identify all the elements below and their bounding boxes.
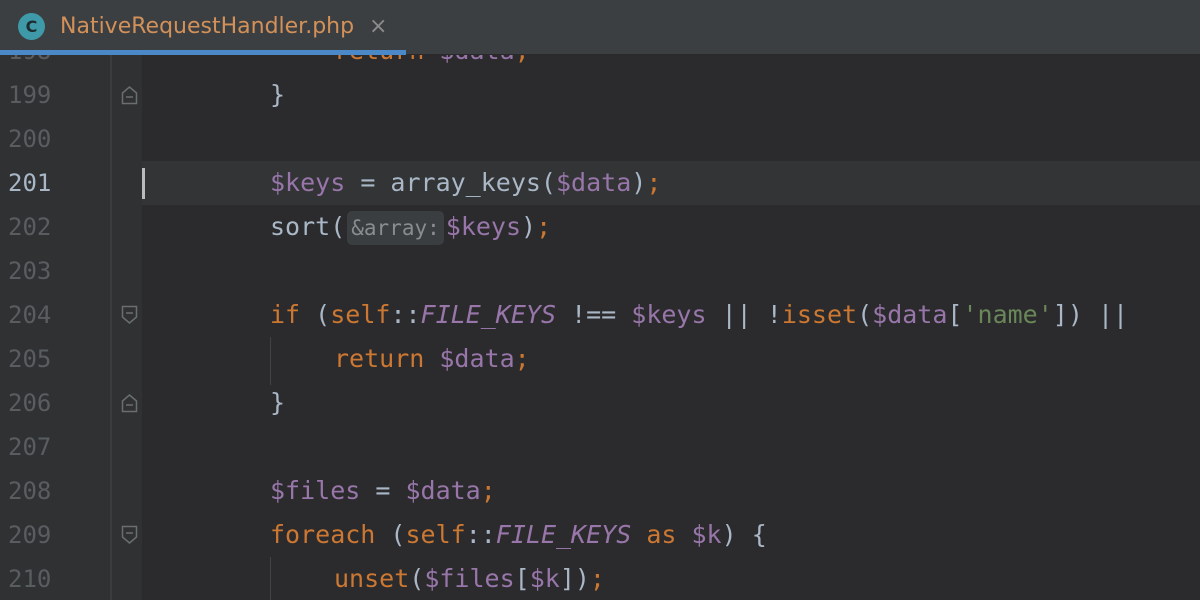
code-text: } bbox=[270, 388, 286, 417]
variable: $keys bbox=[445, 212, 522, 241]
code-line[interactable]: 203 bbox=[0, 249, 1200, 293]
code-line[interactable]: 206 } bbox=[0, 381, 1200, 425]
self-keyword: self bbox=[405, 520, 466, 549]
variable: $keys bbox=[270, 168, 346, 197]
argument: $data bbox=[556, 168, 632, 197]
code-line[interactable]: 210 unset($files[$k]); bbox=[0, 557, 1200, 600]
variable: $data bbox=[872, 300, 948, 329]
semicolon: ; bbox=[646, 168, 662, 197]
operator: || bbox=[1082, 300, 1129, 329]
constant: FILE_KEYS bbox=[495, 520, 632, 549]
variable: $files bbox=[424, 564, 515, 593]
paren: ( bbox=[409, 564, 425, 593]
paren: ) bbox=[521, 212, 537, 241]
operator: = bbox=[345, 168, 391, 197]
variable: $k bbox=[691, 520, 722, 549]
php-class-icon: C bbox=[18, 13, 45, 40]
code-editor[interactable]: 198 return $data; 199 } 200 201 $keys = … bbox=[0, 55, 1200, 600]
code-line-current[interactable]: 201 $keys = array_keys($data); bbox=[0, 161, 1200, 205]
code-line[interactable]: 204 if (self::FILE_KEYS !== $keys || !is… bbox=[0, 293, 1200, 337]
code-line[interactable]: 209 foreach (self::FILE_KEYS as $k) { bbox=[0, 513, 1200, 557]
keyword: return bbox=[334, 344, 425, 373]
operator: || ! bbox=[706, 300, 782, 329]
code-text: $files = $data; bbox=[270, 469, 496, 513]
string-literal: 'name' bbox=[962, 300, 1053, 329]
scope-operator: :: bbox=[390, 300, 421, 329]
variable: $files bbox=[270, 476, 361, 505]
code-line[interactable]: 200 bbox=[0, 117, 1200, 161]
line-number: 201 bbox=[8, 169, 52, 197]
editor-tab-bar: C NativeRequestHandler.php × bbox=[0, 0, 1200, 55]
variable: $data bbox=[439, 55, 514, 65]
line-number: 206 bbox=[8, 389, 52, 417]
code-line[interactable]: 202 sort(&array: $keys); bbox=[0, 205, 1200, 249]
paren: ( bbox=[300, 300, 331, 329]
code-text: } bbox=[270, 80, 286, 109]
semicolon: ; bbox=[589, 564, 605, 593]
fold-end-icon[interactable] bbox=[121, 393, 138, 413]
semicolon: ; bbox=[536, 212, 552, 241]
close-icon[interactable]: × bbox=[369, 13, 387, 41]
line-number: 208 bbox=[8, 477, 52, 505]
keyword: foreach bbox=[270, 520, 376, 549]
function-call: sort( bbox=[270, 212, 346, 241]
self-keyword: self bbox=[330, 300, 391, 329]
line-number: 207 bbox=[8, 433, 52, 461]
bracket: [ bbox=[947, 300, 963, 329]
semicolon: ; bbox=[514, 344, 530, 373]
fold-start-icon[interactable] bbox=[121, 305, 138, 325]
variable: $data bbox=[439, 344, 515, 373]
paren: ( bbox=[857, 300, 873, 329]
semicolon: ; bbox=[480, 476, 496, 505]
keyword: if bbox=[270, 300, 301, 329]
code-line[interactable]: 198 return $data; bbox=[0, 55, 1200, 73]
bracket: ]) bbox=[559, 564, 590, 593]
fold-end-icon[interactable] bbox=[121, 85, 138, 105]
line-number: 205 bbox=[8, 345, 52, 373]
code-line[interactable]: 199 } bbox=[0, 73, 1200, 117]
constant: FILE_KEYS bbox=[420, 300, 557, 329]
operator: !== bbox=[556, 300, 632, 329]
paren: ) { bbox=[721, 520, 767, 549]
tab-filename: NativeRequestHandler.php bbox=[60, 14, 355, 39]
code-line[interactable]: 207 bbox=[0, 425, 1200, 469]
paren: ( bbox=[375, 520, 406, 549]
fold-start-icon[interactable] bbox=[121, 525, 138, 545]
keyword: return bbox=[334, 55, 424, 65]
bracket: ]) bbox=[1052, 300, 1083, 329]
code-line[interactable]: 208 $files = $data; bbox=[0, 469, 1200, 513]
code-text: unset($files[$k]); bbox=[334, 557, 605, 600]
code-text: if (self::FILE_KEYS !== $keys || !isset(… bbox=[270, 293, 1128, 337]
parameter-hint[interactable]: &array: bbox=[347, 211, 444, 245]
scope-operator: :: bbox=[465, 520, 496, 549]
line-number: 198 bbox=[8, 55, 68, 73]
function-call: array_keys( bbox=[390, 168, 556, 197]
line-number: 204 bbox=[8, 301, 52, 329]
code-text: return $data; bbox=[334, 55, 530, 73]
code-text: foreach (self::FILE_KEYS as $k) { bbox=[270, 513, 767, 557]
line-number: 200 bbox=[8, 125, 52, 153]
code-text: return $data; bbox=[334, 337, 530, 381]
variable: $k bbox=[529, 564, 560, 593]
variable: $data bbox=[405, 476, 481, 505]
code-text: sort(&array: $keys); bbox=[270, 205, 551, 249]
keyword: unset bbox=[334, 564, 410, 593]
code-line[interactable]: 205 return $data; bbox=[0, 337, 1200, 381]
line-number: 209 bbox=[8, 521, 52, 549]
line-number: 210 bbox=[8, 565, 52, 593]
variable: $keys bbox=[631, 300, 707, 329]
operator: = bbox=[360, 476, 406, 505]
code-text: $keys = array_keys($data); bbox=[270, 161, 661, 205]
paren: ) bbox=[631, 168, 647, 197]
line-number: 202 bbox=[8, 213, 52, 241]
bracket: [ bbox=[514, 564, 530, 593]
semicolon: ; bbox=[515, 55, 530, 65]
editor-tab-native-request-handler[interactable]: C NativeRequestHandler.php × bbox=[0, 0, 406, 55]
keyword-as: as bbox=[631, 520, 692, 549]
line-number: 203 bbox=[8, 257, 52, 285]
function-isset: isset bbox=[781, 300, 858, 329]
line-number: 199 bbox=[8, 81, 52, 109]
